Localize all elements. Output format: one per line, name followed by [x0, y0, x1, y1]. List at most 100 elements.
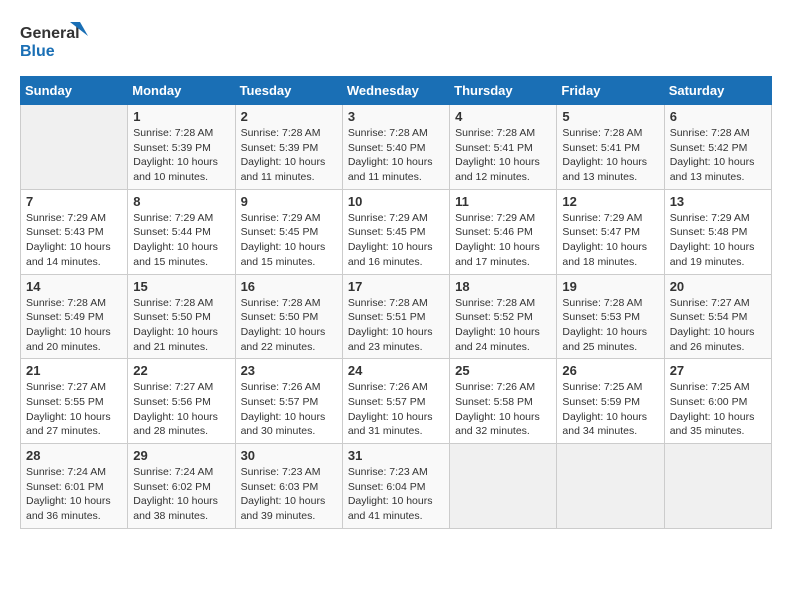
day-info: Sunrise: 7:28 AM Sunset: 5:49 PM Dayligh…: [26, 296, 122, 355]
svg-text:General: General: [20, 25, 80, 42]
week-row-0: 1 Sunrise: 7:28 AM Sunset: 5:39 PM Daylig…: [21, 105, 772, 190]
page-header: GeneralBlue: [20, 20, 772, 60]
calendar-cell: 10 Sunrise: 7:29 AM Sunset: 5:45 PM Dayli…: [342, 189, 449, 274]
day-number: 25: [455, 363, 551, 378]
day-info: Sunrise: 7:29 AM Sunset: 5:46 PM Dayligh…: [455, 211, 551, 270]
calendar-cell: 8Sunrise: 7:29 AM Sunset: 5:44 PM Daylig…: [128, 189, 235, 274]
day-info: Sunrise: 7:27 AM Sunset: 5:55 PM Dayligh…: [26, 380, 122, 439]
day-number: 27: [670, 363, 766, 378]
day-number: 5: [562, 109, 658, 124]
calendar-cell: 27 Sunrise: 7:25 AM Sunset: 6:00 PM Dayli…: [664, 359, 771, 444]
day-number: 4: [455, 109, 551, 124]
calendar-cell: 20Sunrise: 7:27 AM Sunset: 5:54 PM Dayli…: [664, 274, 771, 359]
calendar-cell: 23Sunrise: 7:26 AM Sunset: 5:57 PM Dayli…: [235, 359, 342, 444]
header-tuesday: Tuesday: [235, 77, 342, 105]
day-number: 21: [26, 363, 122, 378]
calendar-cell: 24 Sunrise: 7:26 AM Sunset: 5:57 PM Dayli…: [342, 359, 449, 444]
day-info: Sunrise: 7:24 AM Sunset: 6:01 PM Dayligh…: [26, 465, 122, 524]
calendar-cell: 31 Sunrise: 7:23 AM Sunset: 6:04 PM Dayli…: [342, 444, 449, 529]
calendar-cell: 15Sunrise: 7:28 AM Sunset: 5:50 PM Dayli…: [128, 274, 235, 359]
day-number: 19: [562, 279, 658, 294]
calendar-cell: 25 Sunrise: 7:26 AM Sunset: 5:58 PM Dayli…: [450, 359, 557, 444]
day-info: Sunrise: 7:26 AM Sunset: 5:58 PM Dayligh…: [455, 380, 551, 439]
day-number: 14: [26, 279, 122, 294]
calendar-cell: 2 Sunrise: 7:28 AM Sunset: 5:39 PM Daylig…: [235, 105, 342, 190]
week-row-4: 28 Sunrise: 7:24 AM Sunset: 6:01 PM Dayli…: [21, 444, 772, 529]
day-info: Sunrise: 7:26 AM Sunset: 5:57 PM Dayligh…: [241, 380, 337, 439]
calendar-cell: [450, 444, 557, 529]
week-row-3: 21 Sunrise: 7:27 AM Sunset: 5:55 PM Dayli…: [21, 359, 772, 444]
day-number: 22: [133, 363, 229, 378]
day-info: Sunrise: 7:28 AM Sunset: 5:39 PM Dayligh…: [241, 126, 337, 185]
day-number: 1: [133, 109, 229, 124]
svg-text:Blue: Blue: [20, 43, 55, 60]
day-info: Sunrise: 7:29 AM Sunset: 5:45 PM Dayligh…: [348, 211, 444, 270]
calendar-cell: 26 Sunrise: 7:25 AM Sunset: 5:59 PM Dayli…: [557, 359, 664, 444]
calendar-cell: 18 Sunrise: 7:28 AM Sunset: 5:52 PM Dayli…: [450, 274, 557, 359]
day-number: 16: [241, 279, 337, 294]
day-number: 12: [562, 194, 658, 209]
day-number: 11: [455, 194, 551, 209]
header-saturday: Saturday: [664, 77, 771, 105]
day-info: Sunrise: 7:28 AM Sunset: 5:41 PM Dayligh…: [455, 126, 551, 185]
logo: GeneralBlue: [20, 20, 90, 60]
day-info: Sunrise: 7:28 AM Sunset: 5:52 PM Dayligh…: [455, 296, 551, 355]
day-number: 20: [670, 279, 766, 294]
day-info: Sunrise: 7:24 AM Sunset: 6:02 PM Dayligh…: [133, 465, 229, 524]
day-number: 7: [26, 194, 122, 209]
calendar-cell: 13 Sunrise: 7:29 AM Sunset: 5:48 PM Dayli…: [664, 189, 771, 274]
day-info: Sunrise: 7:29 AM Sunset: 5:47 PM Dayligh…: [562, 211, 658, 270]
day-info: Sunrise: 7:27 AM Sunset: 5:56 PM Dayligh…: [133, 380, 229, 439]
day-number: 28: [26, 448, 122, 463]
day-number: 6: [670, 109, 766, 124]
calendar-cell: [557, 444, 664, 529]
day-number: 9: [241, 194, 337, 209]
day-info: Sunrise: 7:23 AM Sunset: 6:04 PM Dayligh…: [348, 465, 444, 524]
day-number: 17: [348, 279, 444, 294]
calendar-cell: 11 Sunrise: 7:29 AM Sunset: 5:46 PM Dayli…: [450, 189, 557, 274]
calendar-cell: 16 Sunrise: 7:28 AM Sunset: 5:50 PM Dayli…: [235, 274, 342, 359]
calendar-table: SundayMondayTuesdayWednesdayThursdayFrid…: [20, 76, 772, 529]
header-sunday: Sunday: [21, 77, 128, 105]
header-thursday: Thursday: [450, 77, 557, 105]
day-info: Sunrise: 7:26 AM Sunset: 5:57 PM Dayligh…: [348, 380, 444, 439]
day-info: Sunrise: 7:25 AM Sunset: 6:00 PM Dayligh…: [670, 380, 766, 439]
day-info: Sunrise: 7:28 AM Sunset: 5:50 PM Dayligh…: [241, 296, 337, 355]
day-number: 2: [241, 109, 337, 124]
calendar-cell: 21 Sunrise: 7:27 AM Sunset: 5:55 PM Dayli…: [21, 359, 128, 444]
day-number: 10: [348, 194, 444, 209]
calendar-cell: 1 Sunrise: 7:28 AM Sunset: 5:39 PM Daylig…: [128, 105, 235, 190]
calendar-cell: 29Sunrise: 7:24 AM Sunset: 6:02 PM Dayli…: [128, 444, 235, 529]
calendar-cell: 19 Sunrise: 7:28 AM Sunset: 5:53 PM Dayli…: [557, 274, 664, 359]
calendar-header-row: SundayMondayTuesdayWednesdayThursdayFrid…: [21, 77, 772, 105]
day-info: Sunrise: 7:28 AM Sunset: 5:53 PM Dayligh…: [562, 296, 658, 355]
day-number: 26: [562, 363, 658, 378]
day-info: Sunrise: 7:28 AM Sunset: 5:42 PM Dayligh…: [670, 126, 766, 185]
calendar-cell: 28 Sunrise: 7:24 AM Sunset: 6:01 PM Dayli…: [21, 444, 128, 529]
calendar-cell: 4 Sunrise: 7:28 AM Sunset: 5:41 PM Daylig…: [450, 105, 557, 190]
day-number: 30: [241, 448, 337, 463]
day-info: Sunrise: 7:29 AM Sunset: 5:45 PM Dayligh…: [241, 211, 337, 270]
logo-icon: GeneralBlue: [20, 20, 90, 60]
calendar-cell: 9 Sunrise: 7:29 AM Sunset: 5:45 PM Daylig…: [235, 189, 342, 274]
day-info: Sunrise: 7:29 AM Sunset: 5:48 PM Dayligh…: [670, 211, 766, 270]
day-number: 31: [348, 448, 444, 463]
day-info: Sunrise: 7:29 AM Sunset: 5:43 PM Dayligh…: [26, 211, 122, 270]
day-info: Sunrise: 7:28 AM Sunset: 5:39 PM Dayligh…: [133, 126, 229, 185]
calendar-cell: 5 Sunrise: 7:28 AM Sunset: 5:41 PM Daylig…: [557, 105, 664, 190]
day-info: Sunrise: 7:28 AM Sunset: 5:50 PM Dayligh…: [133, 296, 229, 355]
calendar-cell: [21, 105, 128, 190]
week-row-1: 7 Sunrise: 7:29 AM Sunset: 5:43 PM Daylig…: [21, 189, 772, 274]
calendar-cell: [664, 444, 771, 529]
header-monday: Monday: [128, 77, 235, 105]
week-row-2: 14 Sunrise: 7:28 AM Sunset: 5:49 PM Dayli…: [21, 274, 772, 359]
day-info: Sunrise: 7:25 AM Sunset: 5:59 PM Dayligh…: [562, 380, 658, 439]
day-info: Sunrise: 7:28 AM Sunset: 5:41 PM Dayligh…: [562, 126, 658, 185]
calendar-cell: 7 Sunrise: 7:29 AM Sunset: 5:43 PM Daylig…: [21, 189, 128, 274]
header-wednesday: Wednesday: [342, 77, 449, 105]
day-number: 18: [455, 279, 551, 294]
day-number: 13: [670, 194, 766, 209]
day-number: 3: [348, 109, 444, 124]
calendar-cell: 14 Sunrise: 7:28 AM Sunset: 5:49 PM Dayli…: [21, 274, 128, 359]
day-number: 24: [348, 363, 444, 378]
